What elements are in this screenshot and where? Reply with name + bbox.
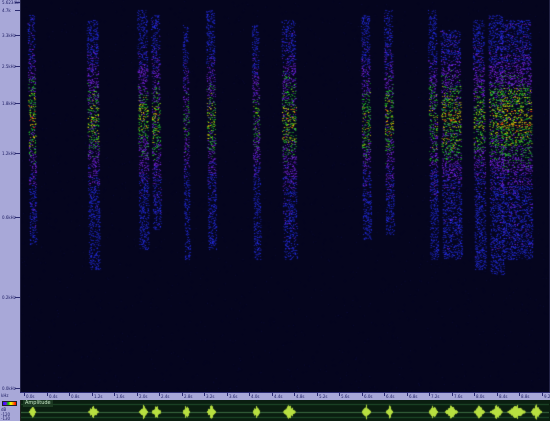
time-tick-mark bbox=[542, 393, 543, 396]
time-tick-mark bbox=[429, 393, 430, 396]
freq-tick-label: 0.0kHz bbox=[2, 386, 16, 391]
freq-tick-label: 3.3kHz bbox=[2, 33, 16, 38]
frequency-axis: 5.6234kHz 4.7k 3.3kHz 2.5kHz 1.8kHz 1.2kHz 0.6… bbox=[0, 0, 23, 392]
time-tick-label: 5.6s bbox=[341, 394, 350, 399]
time-tick-label: 0.8s bbox=[71, 394, 80, 399]
time-tick-mark bbox=[24, 393, 25, 396]
time-tick-label: 2.0s bbox=[139, 394, 148, 399]
freq-tick-label: 0.6kHz bbox=[2, 215, 16, 220]
time-tick-mark bbox=[317, 393, 318, 396]
time-tick-mark bbox=[137, 393, 138, 396]
waveform-canvas[interactable] bbox=[21, 400, 549, 421]
time-tick-mark bbox=[474, 393, 475, 396]
freq-tick-label: 4.7k bbox=[2, 8, 11, 13]
time-tick-label: 6.8s bbox=[409, 394, 418, 399]
time-axis: 0.0s 0.4s 0.8s 1.2s 1.6s 2.0s 2.4s 2.8s 3.2s 3.6s… bbox=[20, 392, 550, 400]
time-tick-label: 3.2s bbox=[206, 394, 215, 399]
unit-label: kHz bbox=[1, 393, 9, 398]
scale-legend: kHz dB -120 -130 bbox=[0, 392, 20, 421]
time-tick-mark bbox=[47, 393, 48, 396]
freq-tick-label: 0.2kHz bbox=[2, 295, 16, 300]
time-tick-mark bbox=[159, 393, 160, 396]
time-tick-mark bbox=[452, 393, 453, 396]
time-tick-mark bbox=[339, 393, 340, 396]
scale-max-label: -130 bbox=[1, 416, 11, 421]
time-tick-mark bbox=[114, 393, 115, 396]
time-tick-mark bbox=[69, 393, 70, 396]
time-tick-label: 8.0s bbox=[476, 394, 485, 399]
time-tick-label: 3.6s bbox=[229, 394, 238, 399]
time-tick-mark bbox=[204, 393, 205, 396]
time-tick-label: 7.2s bbox=[431, 394, 440, 399]
time-tick-label: 9.2s bbox=[544, 394, 550, 399]
amplitude-title: Amplitude bbox=[23, 400, 53, 407]
freq-tick-label: 1.8kHz bbox=[2, 101, 16, 106]
time-tick-mark bbox=[294, 393, 295, 396]
color-scale-icon bbox=[2, 401, 17, 406]
time-tick-mark bbox=[227, 393, 228, 396]
time-tick-mark bbox=[519, 393, 520, 396]
time-tick-label: 5.2s bbox=[319, 394, 328, 399]
time-tick-mark bbox=[497, 393, 498, 396]
freq-tick-label: 2.5kHz bbox=[2, 64, 16, 69]
time-tick-mark bbox=[384, 393, 385, 396]
time-tick-label: 8.4s bbox=[499, 394, 508, 399]
time-tick-label: 7.6s bbox=[454, 394, 463, 399]
time-tick-label: 4.8s bbox=[296, 394, 305, 399]
time-tick-mark bbox=[272, 393, 273, 396]
time-tick-label: 2.8s bbox=[184, 394, 193, 399]
time-tick-label: 2.4s bbox=[161, 394, 170, 399]
spectrogram-window: 5.6234kHz 4.7k 3.3kHz 2.5kHz 1.8kHz 1.2kHz 0.6… bbox=[0, 0, 550, 421]
time-tick-label: 8.8s bbox=[521, 394, 530, 399]
time-tick-label: 6.4s bbox=[386, 394, 395, 399]
time-tick-label: 0.4s bbox=[49, 394, 58, 399]
time-tick-mark bbox=[362, 393, 363, 396]
time-tick-mark bbox=[249, 393, 250, 396]
time-tick-mark bbox=[407, 393, 408, 396]
spectrogram-panel[interactable] bbox=[20, 0, 550, 392]
time-tick-label: 1.2s bbox=[94, 394, 103, 399]
time-tick-label: 4.0s bbox=[251, 394, 260, 399]
time-tick-label: 1.6s bbox=[116, 394, 125, 399]
time-tick-mark bbox=[92, 393, 93, 396]
time-tick-label: 4.4s bbox=[274, 394, 283, 399]
time-tick-mark bbox=[182, 393, 183, 396]
time-tick-label: 6.0s bbox=[364, 394, 373, 399]
spectrogram-canvas[interactable] bbox=[21, 0, 549, 392]
amplitude-panel[interactable]: Amplitude bbox=[20, 400, 550, 421]
freq-tick-label: 1.2kHz bbox=[2, 151, 16, 156]
time-tick-label: 0.0s bbox=[26, 394, 35, 399]
